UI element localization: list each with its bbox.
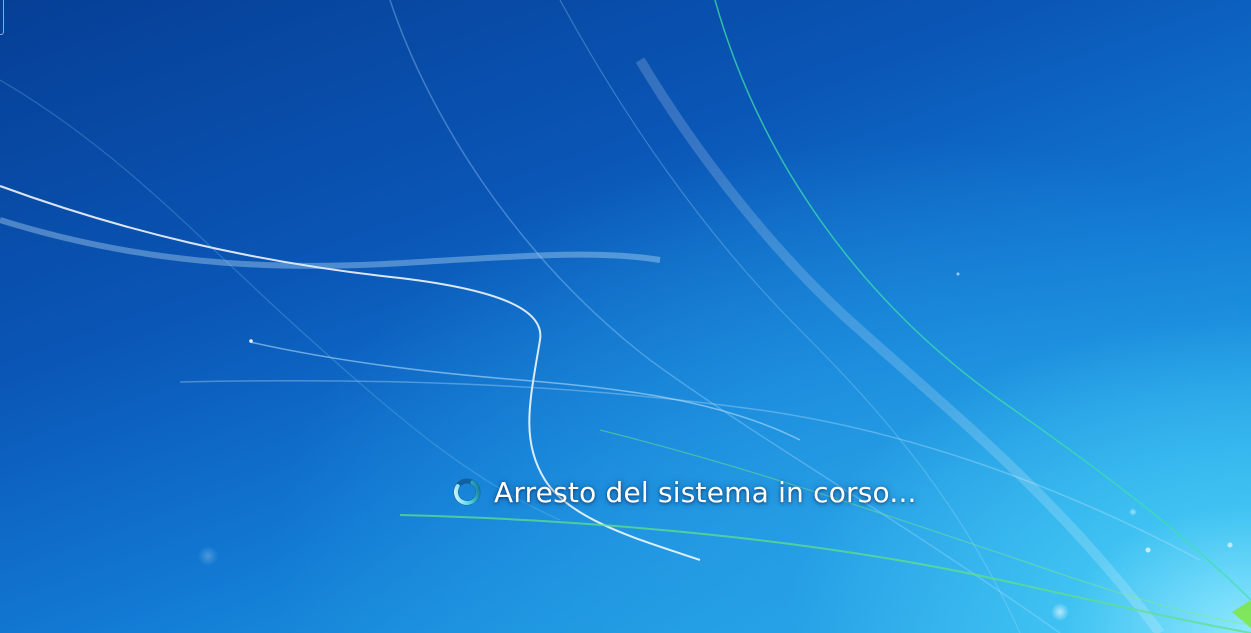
wallpaper-background	[0, 0, 1251, 633]
status-message: Arresto del sistema in corso...	[494, 475, 917, 509]
shutdown-status: Arresto del sistema in corso...	[452, 472, 917, 512]
wallpaper-light-streaks	[0, 0, 1251, 633]
window-edge-fragment	[0, 0, 4, 35]
loading-spinner-icon	[452, 477, 482, 507]
